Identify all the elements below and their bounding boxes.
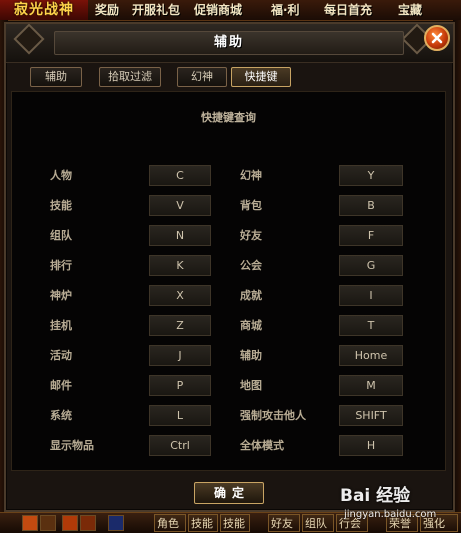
shortcut-label: 商城 [240, 319, 262, 332]
top-menu-item-gift-pack[interactable]: 开服礼包 [132, 0, 180, 20]
shortcut-row: 邮件 P 地图 M [12, 375, 445, 397]
shortcut-key: C [149, 165, 211, 186]
hotbar-skill-slot[interactable] [22, 515, 38, 531]
shortcut-table: 人物 C 幻神 Y 技能 V 背包 B 组队 N 好友 F 排行 K 公会 G 神炉 X 成就 I 挂机 Z 商城 T 活动 J 辅… [12, 92, 445, 470]
close-button[interactable] [424, 25, 450, 51]
shortcut-panel: 快捷键查询 人物 C 幻神 Y 技能 V 背包 B 组队 N 好友 F 排行 K 公会 G 神炉 X 成就 I 挂机 Z 商… [11, 91, 446, 471]
shortcut-row: 人物 C 幻神 Y [12, 165, 445, 187]
shortcut-label: 地图 [240, 379, 262, 392]
hotbar-skill-slot[interactable] [40, 515, 56, 531]
hotbar-team[interactable]: 组队 [302, 514, 334, 532]
shortcut-label: 系统 [50, 409, 72, 422]
shortcut-key: SHIFT [339, 405, 403, 426]
tab-assist[interactable]: 辅助 [30, 67, 82, 87]
shortcut-key: P [149, 375, 211, 396]
shortcut-label: 全体模式 [240, 439, 284, 452]
shortcut-key: B [339, 195, 403, 216]
shortcut-label: 活动 [50, 349, 72, 362]
tab-phantom-god[interactable]: 幻神 [177, 67, 227, 87]
shortcut-label: 挂机 [50, 319, 72, 332]
tab-bar: 辅助 拾取过滤 幻神 快捷键 [6, 64, 453, 88]
shortcut-key: Ctrl [149, 435, 211, 456]
hotbar-skill-2[interactable]: 技能 [220, 514, 250, 532]
hotbar-friends[interactable]: 好友 [268, 514, 300, 532]
shortcut-key: F [339, 225, 403, 246]
left-ornament-icon [13, 23, 45, 55]
shortcut-label: 背包 [240, 199, 262, 212]
shortcut-label: 神炉 [50, 289, 72, 302]
assist-dialog: 辅助 辅助 拾取过滤 幻神 快捷键 快捷键查询 人物 C 幻神 Y 技能 V 背包 B 组队 N 好… [4, 22, 455, 512]
game-logo: 寂光战神 [0, 0, 88, 20]
shortcut-row: 挂机 Z 商城 T [12, 315, 445, 337]
top-menu-item-promo-mall[interactable]: 促销商城 [194, 0, 242, 20]
top-menu-item-reward[interactable]: 奖励 [95, 0, 119, 20]
shortcut-label: 显示物品 [50, 439, 94, 452]
hotbar-skill-slot[interactable] [108, 515, 124, 531]
shortcut-key: V [149, 195, 211, 216]
confirm-button[interactable]: 确定 [194, 482, 264, 504]
shortcut-label: 辅助 [240, 349, 262, 362]
dialog-title: 辅助 [213, 35, 244, 50]
tab-pickup-filter[interactable]: 拾取过滤 [99, 67, 161, 87]
baidu-watermark: Bai 经验 jingyan.baidu.com [340, 484, 460, 528]
shortcut-label: 邮件 [50, 379, 72, 392]
shortcut-key: G [339, 255, 403, 276]
shortcut-row: 神炉 X 成就 I [12, 285, 445, 307]
shortcut-label: 公会 [240, 259, 262, 272]
top-menu-bar: 寂光战神 奖励 开服礼包 促销商城 福·利 每日首充 宝藏 [0, 0, 461, 21]
shortcut-key: N [149, 225, 211, 246]
shortcut-row: 活动 J 辅助 Home [12, 345, 445, 367]
shortcut-row: 显示物品 Ctrl 全体模式 H [12, 435, 445, 457]
shortcut-row: 排行 K 公会 G [12, 255, 445, 277]
shortcut-label: 组队 [50, 229, 72, 242]
shortcut-row: 技能 V 背包 B [12, 195, 445, 217]
shortcut-key: X [149, 285, 211, 306]
shortcut-key: Z [149, 315, 211, 336]
shortcut-key: K [149, 255, 211, 276]
dialog-titlebar[interactable]: 辅助 [6, 23, 453, 63]
hotbar-character[interactable]: 角色 [154, 514, 186, 532]
shortcut-key: I [339, 285, 403, 306]
shortcut-label: 人物 [50, 169, 72, 182]
close-x-icon [431, 32, 443, 44]
hotbar-skill-slot[interactable] [62, 515, 78, 531]
shortcut-key: L [149, 405, 211, 426]
shortcut-label: 幻神 [240, 169, 262, 182]
shortcut-label: 排行 [50, 259, 72, 272]
shortcut-key: T [339, 315, 403, 336]
shortcut-key: M [339, 375, 403, 396]
hotbar-skill-slot[interactable] [80, 515, 96, 531]
tab-shortcuts[interactable]: 快捷键 [231, 67, 291, 87]
watermark-brand: Bai 经验 [340, 486, 411, 506]
top-menu-item-daily-recharge[interactable]: 每日首充 [324, 0, 372, 20]
shortcut-key: H [339, 435, 403, 456]
shortcut-label: 好友 [240, 229, 262, 242]
shortcut-key: Home [339, 345, 403, 366]
shortcut-label: 技能 [50, 199, 72, 212]
shortcut-label: 成就 [240, 289, 262, 302]
shortcut-key: J [149, 345, 211, 366]
shortcut-key: Y [339, 165, 403, 186]
watermark-url: jingyan.baidu.com [344, 509, 437, 520]
shortcut-row: 组队 N 好友 F [12, 225, 445, 247]
top-menu-item-treasure[interactable]: 宝藏 [398, 0, 422, 20]
hotbar-skill[interactable]: 技能 [188, 514, 218, 532]
shortcut-row: 系统 L 强制攻击他人 SHIFT [12, 405, 445, 427]
shortcut-label: 强制攻击他人 [240, 409, 306, 422]
top-menu-item-welfare[interactable]: 福·利 [271, 0, 300, 20]
